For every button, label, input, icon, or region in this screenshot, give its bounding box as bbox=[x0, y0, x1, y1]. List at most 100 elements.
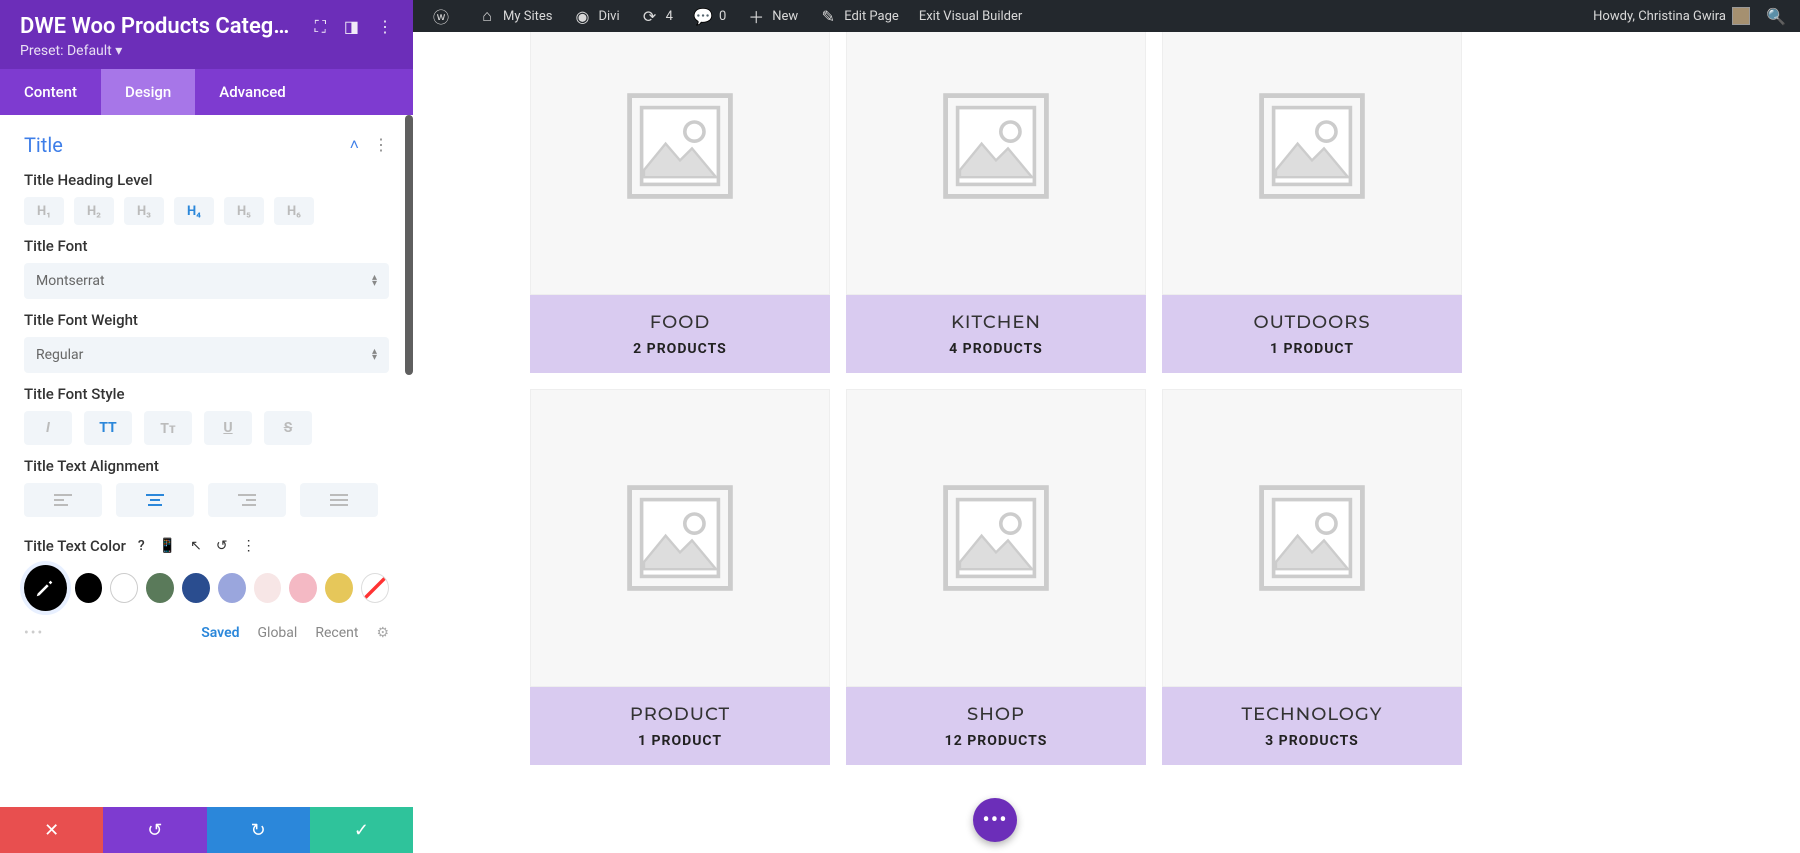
plus-icon: ＋ bbox=[746, 6, 766, 26]
scrollbar[interactable] bbox=[405, 115, 413, 375]
category-footer: FOOD 2 PRODUCTS bbox=[530, 295, 830, 373]
tab-advanced[interactable]: Advanced bbox=[195, 69, 309, 115]
module-title: DWE Woo Products Catego... bbox=[20, 14, 290, 39]
swatch-navy[interactable] bbox=[182, 573, 210, 603]
reset-icon[interactable]: ↺ bbox=[216, 538, 228, 554]
category-title: TECHNOLOGY bbox=[1172, 703, 1452, 725]
heading-level-group: H₁ H₂ H₃ H₄ H₅ H₆ bbox=[24, 197, 389, 225]
swatch-black[interactable] bbox=[75, 573, 103, 603]
settings-tabs: Content Design Advanced bbox=[0, 69, 413, 115]
undo-button[interactable]: ↺ bbox=[103, 807, 206, 853]
category-title: SHOP bbox=[856, 703, 1136, 725]
font-weight-select[interactable]: Regular ▴▾ bbox=[24, 337, 389, 373]
font-weight-value: Regular bbox=[36, 347, 83, 363]
exit-visual-builder[interactable]: Exit Visual Builder bbox=[909, 0, 1032, 32]
align-center[interactable] bbox=[116, 483, 194, 517]
howdy-user[interactable]: Howdy, Christina Gwira bbox=[1583, 0, 1760, 32]
category-count: 3 PRODUCTS bbox=[1172, 733, 1452, 749]
settings-scroll[interactable]: Title ˄ ⋮ Title Heading Level H₁ H₂ H₃ H… bbox=[0, 115, 413, 807]
category-card[interactable]: OUTDOORS 1 PRODUCT bbox=[1162, 32, 1462, 373]
category-title: FOOD bbox=[540, 311, 820, 333]
panel-header: DWE Woo Products Catego... ⛶ ◨ ⋮ Preset:… bbox=[0, 0, 413, 69]
category-card[interactable]: TECHNOLOGY 3 PRODUCTS bbox=[1162, 389, 1462, 765]
snap-icon[interactable]: ◨ bbox=[344, 17, 359, 36]
avatar bbox=[1732, 7, 1750, 25]
heading-h6[interactable]: H₆ bbox=[274, 197, 314, 225]
edit-page-label: Edit Page bbox=[844, 9, 899, 24]
palette-more-icon[interactable]: ••• bbox=[24, 625, 44, 641]
alignment-label: Title Text Alignment bbox=[24, 457, 389, 475]
style-uppercase[interactable]: TT bbox=[84, 411, 132, 445]
swatch-transparent[interactable] bbox=[361, 573, 389, 603]
responsive-icon[interactable]: 📱 bbox=[159, 538, 176, 554]
tab-content[interactable]: Content bbox=[0, 69, 101, 115]
category-count: 2 PRODUCTS bbox=[540, 341, 820, 357]
collapse-icon[interactable]: ˄ bbox=[350, 135, 359, 155]
expand-icon[interactable]: ⛶ bbox=[315, 17, 326, 37]
swatch-periwinkle[interactable] bbox=[218, 573, 246, 603]
my-sites[interactable]: ⌂ My Sites bbox=[467, 0, 562, 32]
swatch-blush[interactable] bbox=[254, 573, 282, 603]
my-sites-label: My Sites bbox=[503, 9, 552, 24]
comments-icon: 💬 bbox=[693, 6, 713, 26]
heading-h1[interactable]: H₁ bbox=[24, 197, 64, 225]
heading-h2[interactable]: H₂ bbox=[74, 197, 114, 225]
style-smallcaps[interactable]: Tᴛ bbox=[144, 411, 192, 445]
palette-recent[interactable]: Recent bbox=[315, 625, 358, 641]
align-right[interactable] bbox=[208, 483, 286, 517]
search-button[interactable]: 🔍 bbox=[1760, 7, 1792, 26]
style-italic[interactable]: I bbox=[24, 411, 72, 445]
font-style-group: I TT Tᴛ U S bbox=[24, 411, 389, 445]
comments-count: 0 bbox=[719, 9, 726, 24]
heading-h4[interactable]: H₄ bbox=[174, 197, 214, 225]
more-icon[interactable]: ⋮ bbox=[377, 17, 393, 36]
wp-logo[interactable]: ⓦ bbox=[421, 0, 467, 32]
panel-footer: ✕ ↺ ↻ ✓ bbox=[0, 807, 413, 853]
align-left[interactable] bbox=[24, 483, 102, 517]
preset-selector[interactable]: Preset: Default ▾ bbox=[20, 43, 393, 59]
swatch-pink[interactable] bbox=[289, 573, 317, 603]
palette-saved[interactable]: Saved bbox=[201, 625, 239, 641]
category-card[interactable]: SHOP 12 PRODUCTS bbox=[846, 389, 1146, 765]
heading-h5[interactable]: H₅ bbox=[224, 197, 264, 225]
category-count: 1 PRODUCT bbox=[540, 733, 820, 749]
comments[interactable]: 💬0 bbox=[683, 0, 736, 32]
heading-h3[interactable]: H₃ bbox=[124, 197, 164, 225]
builder-fab[interactable]: ••• bbox=[973, 798, 1017, 842]
options-more-icon[interactable]: ⋮ bbox=[242, 538, 256, 554]
hover-icon[interactable]: ↖ bbox=[190, 538, 202, 554]
color-swatches bbox=[0, 561, 413, 615]
palette-tabs: ••• Saved Global Recent ⚙ bbox=[0, 615, 413, 651]
style-underline[interactable]: U bbox=[204, 411, 252, 445]
style-strikethrough[interactable]: S bbox=[264, 411, 312, 445]
help-icon[interactable]: ? bbox=[138, 538, 145, 554]
font-weight-label: Title Font Weight bbox=[24, 311, 389, 329]
cancel-button[interactable]: ✕ bbox=[0, 807, 103, 853]
divi-menu[interactable]: ◉Divi bbox=[562, 0, 629, 32]
swatch-gold[interactable] bbox=[325, 573, 353, 603]
search-icon: 🔍 bbox=[1766, 7, 1786, 26]
pencil-icon: ✎ bbox=[818, 6, 838, 26]
category-card[interactable]: FOOD 2 PRODUCTS bbox=[530, 32, 830, 373]
redo-button[interactable]: ↻ bbox=[207, 807, 310, 853]
divi-label: Divi bbox=[598, 9, 619, 24]
tab-design[interactable]: Design bbox=[101, 69, 195, 115]
sites-icon: ⌂ bbox=[477, 6, 497, 26]
new-content[interactable]: ＋New bbox=[736, 0, 808, 32]
section-more-icon[interactable]: ⋮ bbox=[373, 135, 389, 155]
updates-count: 4 bbox=[666, 9, 673, 24]
swatch-green[interactable] bbox=[146, 573, 174, 603]
category-title: OUTDOORS bbox=[1172, 311, 1452, 333]
save-button[interactable]: ✓ bbox=[310, 807, 413, 853]
font-select[interactable]: Montserrat ▴▾ bbox=[24, 263, 389, 299]
category-card[interactable]: KITCHEN 4 PRODUCTS bbox=[846, 32, 1146, 373]
updates[interactable]: ⟳4 bbox=[630, 0, 683, 32]
gear-icon[interactable]: ⚙ bbox=[376, 625, 389, 641]
section-title[interactable]: Title bbox=[24, 133, 63, 157]
color-picker-button[interactable] bbox=[24, 565, 67, 611]
category-card[interactable]: PRODUCT 1 PRODUCT bbox=[530, 389, 830, 765]
swatch-white[interactable] bbox=[110, 573, 138, 603]
palette-global[interactable]: Global bbox=[258, 625, 298, 641]
edit-page[interactable]: ✎ Edit Page bbox=[808, 0, 909, 32]
align-justify[interactable] bbox=[300, 483, 378, 517]
